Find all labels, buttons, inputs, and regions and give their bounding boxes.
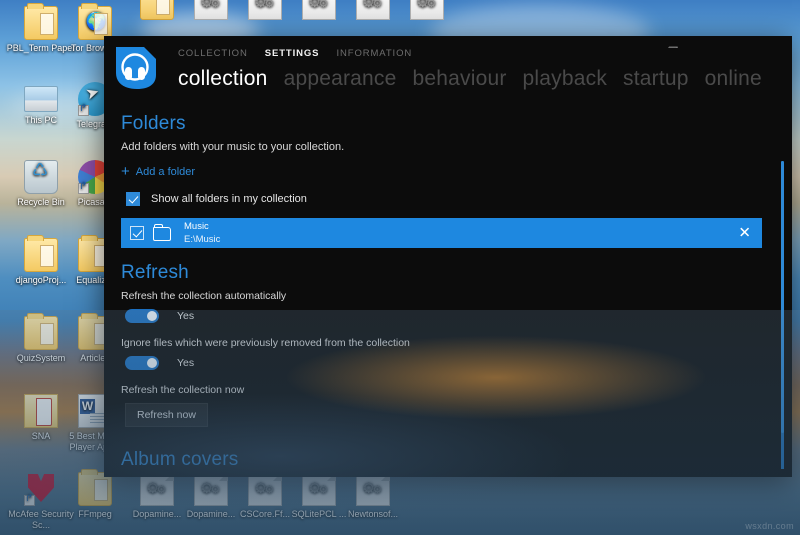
gear-icon: ⚙⚙ — [254, 481, 274, 498]
gear-icon: ⚙⚙ — [308, 481, 328, 498]
bin-icon — [24, 160, 58, 194]
gear-icon: ⚙⚙ — [254, 0, 274, 12]
subtab-collection[interactable]: collection — [178, 67, 268, 91]
doc-gear-icon: ⚙⚙ — [194, 0, 228, 20]
add-folder-label: Add a folder — [136, 166, 195, 178]
desktop-icon-label: Newtonsof... — [338, 509, 408, 520]
doc-gear-icon: ⚙⚙ — [194, 472, 228, 506]
show-all-folders-row[interactable]: Show all folders in my collection — [126, 192, 762, 206]
top-tab-row: COLLECTION SETTINGS INFORMATION — [178, 48, 792, 64]
show-all-folders-label: Show all folders in my collection — [151, 193, 307, 205]
settings-content: Folders Add folders with your music to y… — [104, 97, 792, 469]
remove-folder-icon[interactable]: ✕ — [738, 225, 751, 240]
folder-icon — [24, 6, 58, 40]
folder-icon — [24, 316, 58, 350]
desktop-icon[interactable]: ⚙⚙ Newtonsof... — [338, 472, 408, 520]
refresh-now-button[interactable]: Refresh now — [125, 403, 208, 427]
gear-icon: ⚙⚙ — [200, 0, 220, 12]
shortcut-arrow-icon — [24, 495, 35, 506]
ignore-removed-label: Ignore files which were previously remov… — [121, 337, 762, 349]
folder-icon — [78, 472, 112, 506]
doc-gear-icon: ⚙⚙ — [140, 472, 174, 506]
folder-icon — [140, 0, 174, 20]
doc-gear-icon: ⚙⚙ — [248, 472, 282, 506]
add-folder-button[interactable]: + Add a folder — [121, 166, 195, 178]
folder-name: Music — [184, 221, 220, 232]
folders-section-title: Folders — [121, 113, 762, 135]
shortcut-arrow-icon — [78, 183, 89, 194]
settings-scrollbar-track[interactable] — [781, 161, 784, 469]
show-all-folders-checkbox[interactable] — [126, 192, 140, 206]
watermark: wsxdn.com — [745, 521, 794, 531]
folder-list-item[interactable]: Music E:\Music ✕ — [121, 218, 762, 248]
folder-icon — [24, 238, 58, 272]
window-header: COLLECTION SETTINGS INFORMATION collecti… — [104, 48, 792, 97]
sna-icon — [24, 394, 58, 428]
auto-refresh-row[interactable]: Yes — [125, 309, 762, 323]
folder-info: Music E:\Music — [184, 221, 220, 245]
gear-icon: ⚙⚙ — [146, 481, 166, 498]
refresh-section-title: Refresh — [121, 262, 762, 284]
desktop-icon-label: FFmpeg — [60, 509, 130, 520]
shortcut-arrow-icon — [78, 105, 89, 116]
doc-gear-icon: ⚙⚙ — [302, 0, 336, 20]
plus-icon: + — [121, 166, 130, 177]
refresh-now-label: Refresh the collection now — [121, 384, 762, 396]
pc-icon — [24, 86, 58, 112]
ignore-removed-value: Yes — [177, 357, 194, 369]
auto-refresh-label: Refresh the collection automatically — [121, 290, 762, 302]
ignore-removed-row[interactable]: Yes — [125, 356, 762, 370]
gear-icon: ⚙⚙ — [362, 481, 382, 498]
gear-icon: ⚙⚙ — [308, 0, 328, 12]
folder-icon — [153, 226, 171, 240]
ignore-removed-toggle[interactable] — [125, 356, 159, 370]
settings-scroll-area[interactable]: Folders Add folders with your music to y… — [104, 97, 792, 469]
doc-gear-icon: ⚙⚙ — [356, 0, 390, 20]
globe-icon: 🌍 — [86, 13, 107, 30]
album-covers-section-title: Album covers — [121, 449, 762, 470]
tab-settings[interactable]: SETTINGS — [265, 48, 320, 59]
headphones-logo-icon — [114, 45, 158, 91]
auto-refresh-value: Yes — [177, 310, 194, 322]
subtab-behaviour[interactable]: behaviour — [413, 67, 507, 91]
doc-gear-icon: ⚙⚙ — [410, 0, 444, 20]
dopamine-window[interactable]: ❐ — ▢ ✕ COLLECTION SETTINGS INFORMATION … — [104, 36, 792, 477]
subtab-playback[interactable]: playback — [523, 67, 607, 91]
settings-subtab-row: collection appearance behaviour playback… — [178, 67, 792, 91]
mcafee-icon — [24, 472, 58, 506]
settings-scrollbar-thumb[interactable] — [781, 161, 784, 433]
folder-enabled-checkbox[interactable] — [130, 226, 144, 240]
folders-section-description: Add folders with your music to your coll… — [121, 141, 762, 153]
desktop-icon[interactable]: FFmpeg — [60, 472, 130, 520]
tab-information[interactable]: INFORMATION — [336, 48, 412, 59]
tab-collection[interactable]: COLLECTION — [178, 48, 248, 59]
gear-icon: ⚙⚙ — [200, 481, 220, 498]
subtab-appearance[interactable]: appearance — [284, 67, 397, 91]
auto-refresh-toggle[interactable] — [125, 309, 159, 323]
desktop-icon[interactable]: ⚙⚙ — [392, 0, 462, 23]
folder-globe-icon: 🌍 — [78, 6, 112, 40]
gear-icon: ⚙⚙ — [362, 0, 382, 12]
subtab-startup[interactable]: startup — [623, 67, 689, 91]
doc-gear-icon: ⚙⚙ — [248, 0, 282, 20]
desktop: PBL_Term Paper🌍Tor BrowserThis PCTelegra… — [0, 0, 800, 535]
doc-gear-icon: ⚙⚙ — [302, 472, 336, 506]
folder-path: E:\Music — [184, 234, 220, 245]
subtab-online[interactable]: online — [705, 67, 762, 91]
gear-icon: ⚙⚙ — [416, 0, 436, 12]
doc-gear-icon: ⚙⚙ — [356, 472, 390, 506]
